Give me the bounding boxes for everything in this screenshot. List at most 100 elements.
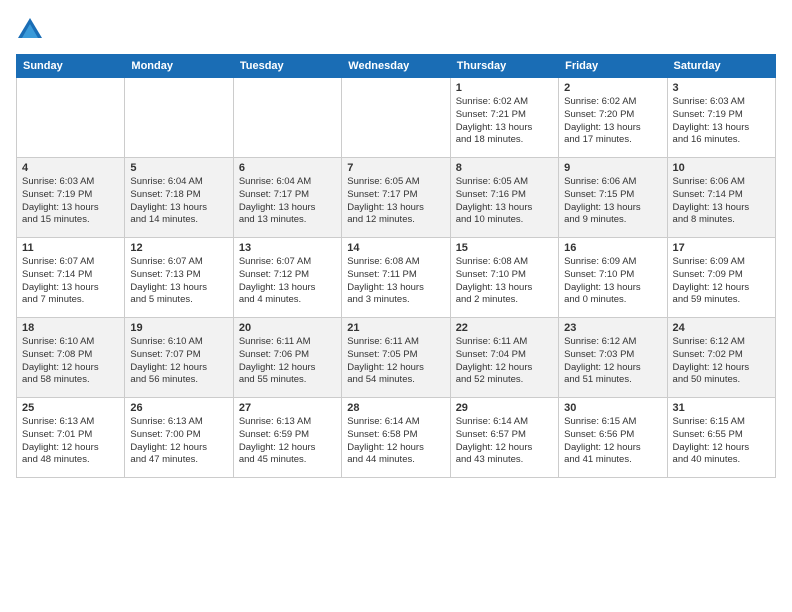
calendar-cell <box>17 78 125 158</box>
calendar-cell <box>342 78 450 158</box>
calendar-cell: 25 Sunrise: 6:13 AM Sunset: 7:01 PM Dayli… <box>17 398 125 478</box>
calendar-cell: 29 Sunrise: 6:14 AM Sunset: 6:57 PM Dayli… <box>450 398 558 478</box>
cell-daylight-info: Sunrise: 6:11 AM Sunset: 7:06 PM Dayligh… <box>239 336 336 387</box>
cell-daylight-info: Sunrise: 6:02 AM Sunset: 7:21 PM Dayligh… <box>456 96 553 147</box>
calendar-cell: 30Sunrise: 6:15 AM Sunset: 6:56 PM Dayli… <box>559 398 667 478</box>
cell-date-number: 8 <box>456 162 553 174</box>
calendar-week-row: 25 Sunrise: 6:13 AM Sunset: 7:01 PM Dayli… <box>17 398 776 478</box>
cell-daylight-info: Sunrise: 6:02 AM Sunset: 7:20 PM Dayligh… <box>564 96 661 147</box>
cell-date-number: 28 <box>347 402 444 414</box>
cell-date-number: 2 <box>564 82 661 94</box>
calendar-week-row: 11 Sunrise: 6:07 AM Sunset: 7:14 PM Dayli… <box>17 238 776 318</box>
cell-daylight-info: Sunrise: 6:06 AM Sunset: 7:15 PM Dayligh… <box>564 176 661 227</box>
calendar-cell <box>125 78 233 158</box>
cell-daylight-info: Sunrise: 6:04 AM Sunset: 7:17 PM Dayligh… <box>239 176 336 227</box>
cell-date-number: 30 <box>564 402 661 414</box>
cell-date-number: 9 <box>564 162 661 174</box>
cell-date-number: 4 <box>22 162 119 174</box>
cell-daylight-info: Sunrise: 6:14 AM Sunset: 6:58 PM Dayligh… <box>347 416 444 467</box>
cell-daylight-info: Sunrise: 6:09 AM Sunset: 7:10 PM Dayligh… <box>564 256 661 307</box>
cell-daylight-info: Sunrise: 6:10 AM Sunset: 7:08 PM Dayligh… <box>22 336 119 387</box>
calendar-cell: 9 Sunrise: 6:06 AM Sunset: 7:15 PM Daylig… <box>559 158 667 238</box>
calendar-cell: 14 Sunrise: 6:08 AM Sunset: 7:11 PM Dayli… <box>342 238 450 318</box>
cell-date-number: 11 <box>22 242 119 254</box>
cell-date-number: 21 <box>347 322 444 334</box>
calendar-cell: 24Sunrise: 6:12 AM Sunset: 7:02 PM Dayli… <box>667 318 775 398</box>
cell-date-number: 31 <box>673 402 770 414</box>
cell-date-number: 23 <box>564 322 661 334</box>
cell-daylight-info: Sunrise: 6:04 AM Sunset: 7:18 PM Dayligh… <box>130 176 227 227</box>
calendar-week-row: 4 Sunrise: 6:03 AM Sunset: 7:19 PM Daylig… <box>17 158 776 238</box>
calendar-cell <box>233 78 341 158</box>
calendar-cell: 5 Sunrise: 6:04 AM Sunset: 7:18 PM Daylig… <box>125 158 233 238</box>
calendar-cell: 23 Sunrise: 6:12 AM Sunset: 7:03 PM Dayli… <box>559 318 667 398</box>
calendar-cell: 16Sunrise: 6:09 AM Sunset: 7:10 PM Dayli… <box>559 238 667 318</box>
calendar-cell: 18 Sunrise: 6:10 AM Sunset: 7:08 PM Dayli… <box>17 318 125 398</box>
calendar-week-row: 1 Sunrise: 6:02 AM Sunset: 7:21 PM Daylig… <box>17 78 776 158</box>
cell-daylight-info: Sunrise: 6:10 AM Sunset: 7:07 PM Dayligh… <box>130 336 227 387</box>
calendar-cell: 19 Sunrise: 6:10 AM Sunset: 7:07 PM Dayli… <box>125 318 233 398</box>
calendar-cell: 10Sunrise: 6:06 AM Sunset: 7:14 PM Dayli… <box>667 158 775 238</box>
cell-date-number: 12 <box>130 242 227 254</box>
weekday-header-row: SundayMondayTuesdayWednesdayThursdayFrid… <box>17 55 776 78</box>
calendar-cell: 6 Sunrise: 6:04 AM Sunset: 7:17 PM Daylig… <box>233 158 341 238</box>
cell-daylight-info: Sunrise: 6:13 AM Sunset: 7:00 PM Dayligh… <box>130 416 227 467</box>
weekday-header-sunday: Sunday <box>17 55 125 78</box>
cell-daylight-info: Sunrise: 6:13 AM Sunset: 6:59 PM Dayligh… <box>239 416 336 467</box>
cell-daylight-info: Sunrise: 6:11 AM Sunset: 7:04 PM Dayligh… <box>456 336 553 387</box>
cell-daylight-info: Sunrise: 6:07 AM Sunset: 7:12 PM Dayligh… <box>239 256 336 307</box>
calendar-cell: 7Sunrise: 6:05 AM Sunset: 7:17 PM Daylig… <box>342 158 450 238</box>
cell-daylight-info: Sunrise: 6:07 AM Sunset: 7:14 PM Dayligh… <box>22 256 119 307</box>
calendar-cell: 31 Sunrise: 6:15 AM Sunset: 6:55 PM Dayli… <box>667 398 775 478</box>
cell-daylight-info: Sunrise: 6:12 AM Sunset: 7:02 PM Dayligh… <box>673 336 770 387</box>
cell-date-number: 18 <box>22 322 119 334</box>
cell-date-number: 13 <box>239 242 336 254</box>
cell-daylight-info: Sunrise: 6:08 AM Sunset: 7:11 PM Dayligh… <box>347 256 444 307</box>
cell-daylight-info: Sunrise: 6:13 AM Sunset: 7:01 PM Dayligh… <box>22 416 119 467</box>
calendar-cell: 12Sunrise: 6:07 AM Sunset: 7:13 PM Dayli… <box>125 238 233 318</box>
cell-date-number: 15 <box>456 242 553 254</box>
cell-date-number: 6 <box>239 162 336 174</box>
cell-daylight-info: Sunrise: 6:03 AM Sunset: 7:19 PM Dayligh… <box>22 176 119 227</box>
calendar-week-row: 18 Sunrise: 6:10 AM Sunset: 7:08 PM Dayli… <box>17 318 776 398</box>
cell-daylight-info: Sunrise: 6:03 AM Sunset: 7:19 PM Dayligh… <box>673 96 770 147</box>
calendar-cell: 15 Sunrise: 6:08 AM Sunset: 7:10 PM Dayli… <box>450 238 558 318</box>
cell-daylight-info: Sunrise: 6:08 AM Sunset: 7:10 PM Dayligh… <box>456 256 553 307</box>
calendar-cell: 27 Sunrise: 6:13 AM Sunset: 6:59 PM Dayli… <box>233 398 341 478</box>
cell-date-number: 20 <box>239 322 336 334</box>
cell-daylight-info: Sunrise: 6:05 AM Sunset: 7:16 PM Dayligh… <box>456 176 553 227</box>
cell-date-number: 17 <box>673 242 770 254</box>
calendar-cell: 2 Sunrise: 6:02 AM Sunset: 7:20 PM Daylig… <box>559 78 667 158</box>
cell-date-number: 25 <box>22 402 119 414</box>
weekday-header-friday: Friday <box>559 55 667 78</box>
cell-daylight-info: Sunrise: 6:14 AM Sunset: 6:57 PM Dayligh… <box>456 416 553 467</box>
cell-date-number: 1 <box>456 82 553 94</box>
weekday-header-monday: Monday <box>125 55 233 78</box>
calendar-cell: 1 Sunrise: 6:02 AM Sunset: 7:21 PM Daylig… <box>450 78 558 158</box>
calendar-cell: 3Sunrise: 6:03 AM Sunset: 7:19 PM Daylig… <box>667 78 775 158</box>
cell-date-number: 19 <box>130 322 227 334</box>
calendar-cell: 4 Sunrise: 6:03 AM Sunset: 7:19 PM Daylig… <box>17 158 125 238</box>
calendar-cell: 28 Sunrise: 6:14 AM Sunset: 6:58 PM Dayli… <box>342 398 450 478</box>
cell-daylight-info: Sunrise: 6:05 AM Sunset: 7:17 PM Dayligh… <box>347 176 444 227</box>
calendar-cell: 13 Sunrise: 6:07 AM Sunset: 7:12 PM Dayli… <box>233 238 341 318</box>
cell-daylight-info: Sunrise: 6:09 AM Sunset: 7:09 PM Dayligh… <box>673 256 770 307</box>
calendar-cell: 20 Sunrise: 6:11 AM Sunset: 7:06 PM Dayli… <box>233 318 341 398</box>
calendar-cell: 26 Sunrise: 6:13 AM Sunset: 7:00 PM Dayli… <box>125 398 233 478</box>
weekday-header-saturday: Saturday <box>667 55 775 78</box>
cell-date-number: 29 <box>456 402 553 414</box>
cell-daylight-info: Sunrise: 6:15 AM Sunset: 6:55 PM Dayligh… <box>673 416 770 467</box>
calendar-cell: 11 Sunrise: 6:07 AM Sunset: 7:14 PM Dayli… <box>17 238 125 318</box>
weekday-header-tuesday: Tuesday <box>233 55 341 78</box>
cell-date-number: 5 <box>130 162 227 174</box>
calendar-cell: 21 Sunrise: 6:11 AM Sunset: 7:05 PM Dayli… <box>342 318 450 398</box>
cell-daylight-info: Sunrise: 6:12 AM Sunset: 7:03 PM Dayligh… <box>564 336 661 387</box>
page-header <box>16 16 776 44</box>
logo-icon <box>16 16 44 44</box>
calendar-cell: 22Sunrise: 6:11 AM Sunset: 7:04 PM Dayli… <box>450 318 558 398</box>
logo <box>16 16 48 44</box>
cell-date-number: 26 <box>130 402 227 414</box>
cell-daylight-info: Sunrise: 6:11 AM Sunset: 7:05 PM Dayligh… <box>347 336 444 387</box>
cell-date-number: 14 <box>347 242 444 254</box>
cell-date-number: 27 <box>239 402 336 414</box>
